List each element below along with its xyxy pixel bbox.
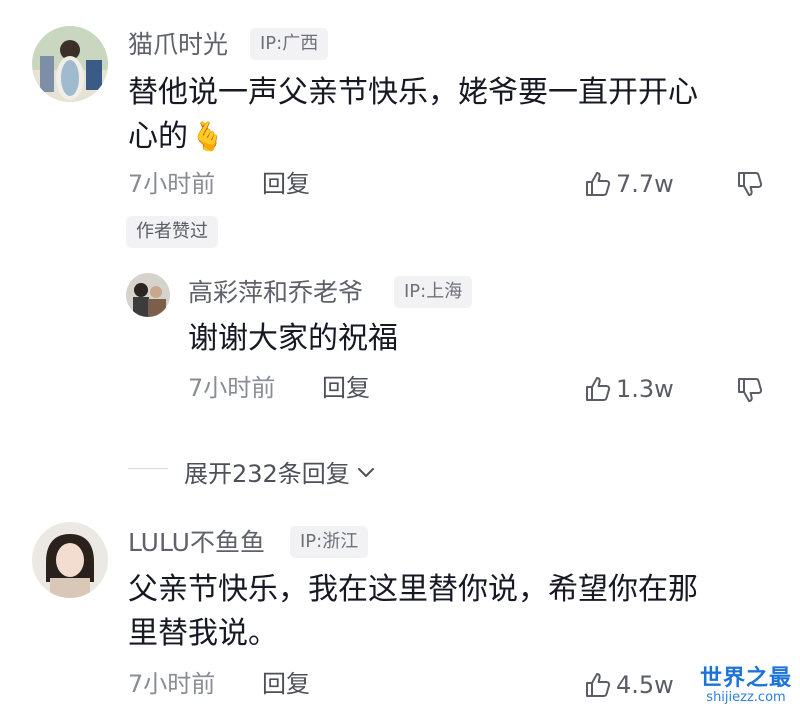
chevron-down-icon (357, 467, 374, 477)
finger-heart-emoji: 🫰 (190, 120, 225, 153)
expand-divider (128, 468, 168, 469)
like-button[interactable]: 7.7w (584, 169, 674, 199)
expand-replies-label: 展开232条回复 (184, 460, 350, 488)
watermark-url: shijiezz.com (706, 690, 786, 706)
reply-text[interactable]: 谢谢大家的祝福 (188, 312, 398, 366)
ip-location-badge: IP:广西 (250, 28, 329, 60)
comment-text: 心的 (128, 119, 188, 154)
site-watermark: 世界之最 shijiezz.com (700, 668, 792, 706)
expand-replies-button[interactable]: 展开232条回复 (184, 454, 376, 489)
thumb-down-icon (738, 378, 763, 402)
thumb-up-icon (586, 673, 611, 697)
avatar-image-icon (126, 273, 170, 317)
reply-button[interactable]: 回复 (322, 376, 370, 400)
avatar[interactable] (32, 26, 108, 102)
comment-text-line-2[interactable]: 心的🫰 (128, 110, 225, 164)
thumb-down-icon (738, 172, 763, 196)
like-count: 1.3w (616, 375, 674, 403)
dislike-button[interactable] (736, 376, 766, 406)
thumb-up-icon (586, 172, 611, 196)
comment-author-name[interactable]: 猫爪时光 (128, 32, 228, 57)
reply-button[interactable]: 回复 (262, 172, 310, 196)
avatar[interactable] (32, 522, 108, 598)
comment-author-name[interactable]: LULU不鱼鱼 (128, 530, 265, 555)
reply-avatar[interactable] (126, 273, 170, 317)
like-button[interactable]: 1.3w (584, 374, 674, 404)
watermark-title: 世界之最 (699, 666, 792, 692)
avatar-image-icon (32, 26, 108, 102)
reply-timestamp: 7小时前 (188, 374, 276, 402)
comment-text-line-2[interactable]: 里替我说。 (128, 607, 278, 661)
like-button[interactable]: 4.5w (584, 670, 674, 700)
like-count: 4.5w (616, 671, 674, 699)
ip-location-badge: IP:浙江 (290, 526, 369, 558)
dislike-button[interactable] (736, 170, 766, 200)
reply-author-name[interactable]: 高彩萍和乔老爷 (188, 280, 363, 305)
ip-location-badge: IP:上海 (394, 276, 473, 308)
like-count: 7.7w (616, 170, 674, 198)
comment-list: 猫爪时光 IP:广西 替他说一声父亲节快乐，姥爷要一直开开心 心的🫰 7小时前 … (0, 0, 800, 712)
thumb-up-icon (586, 377, 611, 401)
reply-button[interactable]: 回复 (262, 672, 310, 696)
author-liked-badge: 作者赞过 (126, 216, 218, 248)
comment-timestamp: 7小时前 (128, 670, 216, 698)
avatar-image-icon (32, 522, 108, 598)
comment-timestamp: 7小时前 (128, 170, 216, 198)
